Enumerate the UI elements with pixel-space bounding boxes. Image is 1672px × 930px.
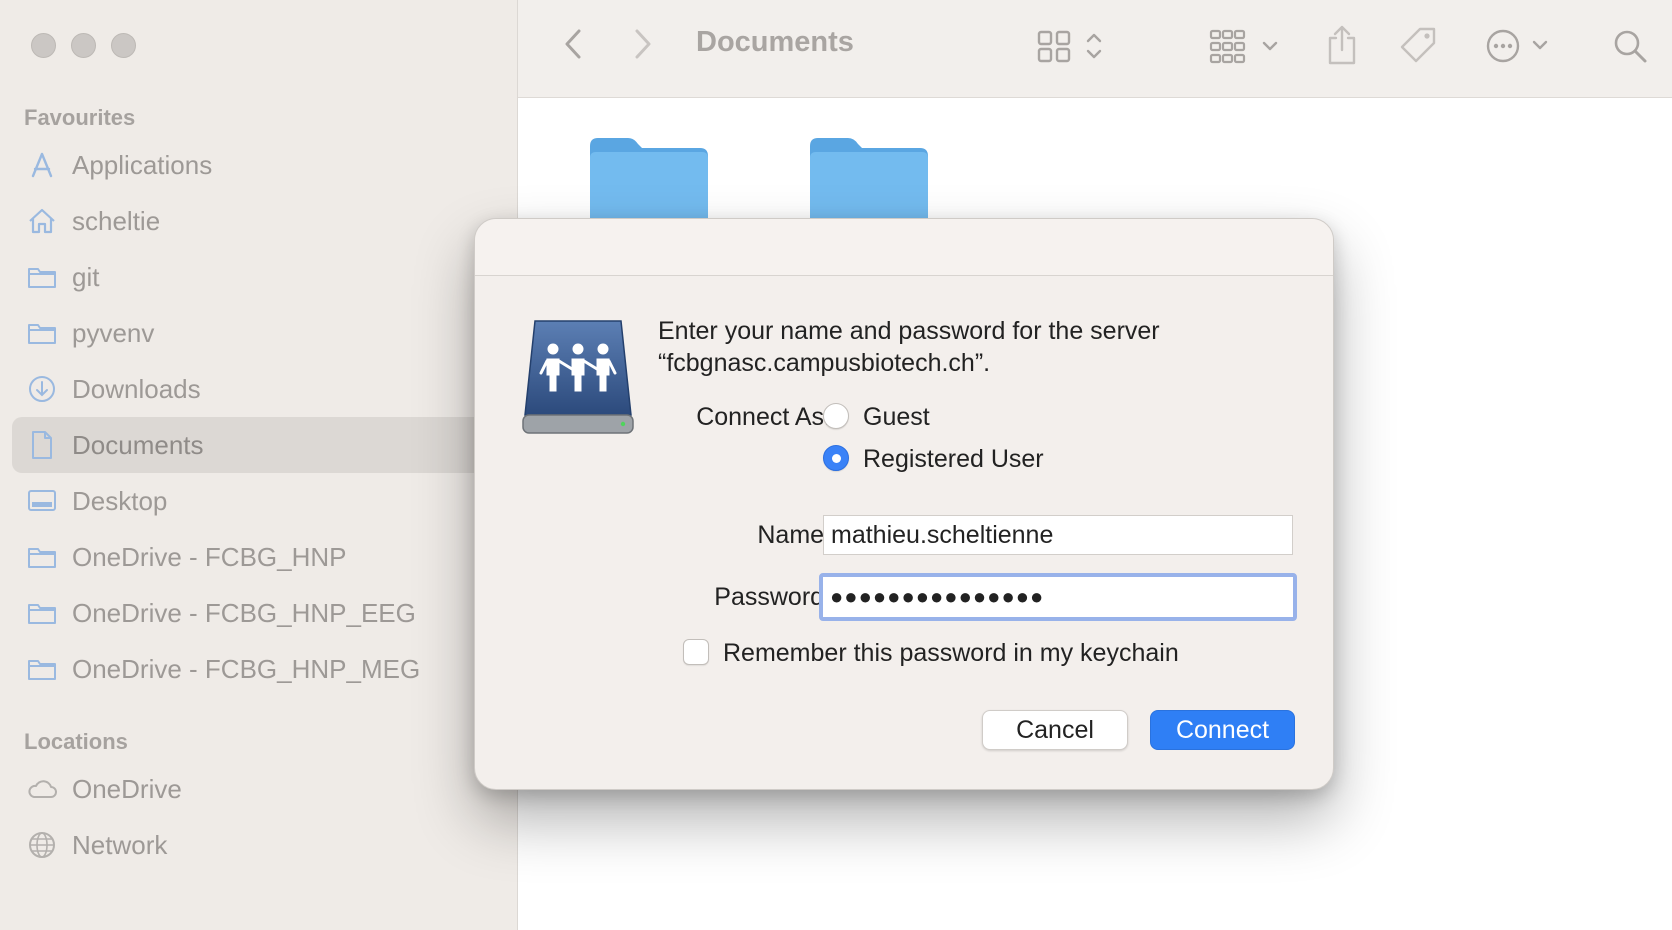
network-server-icon xyxy=(519,319,637,442)
cancel-button[interactable]: Cancel xyxy=(982,710,1128,750)
applications-icon xyxy=(26,149,58,181)
connect-as-label: Connect As: xyxy=(696,403,831,431)
minimize-window-button[interactable] xyxy=(71,33,96,58)
sidebar-item-applications[interactable]: Applications xyxy=(12,137,518,193)
dialog-prompt: Enter your name and password for the ser… xyxy=(658,315,1298,379)
sidebar-item-onedrive-fcbg-hnp[interactable]: OneDrive - FCBG_HNP xyxy=(12,529,518,585)
sidebar-item-documents[interactable]: Documents xyxy=(12,417,518,473)
password-field[interactable]: ●●●●●●●●●●●●●●● xyxy=(819,573,1297,621)
more-icon[interactable] xyxy=(1484,26,1560,66)
favourites-section-title: Favourites xyxy=(24,105,136,130)
name-label: Name: xyxy=(757,521,831,549)
sidebar-item-label: OneDrive - FCBG_HNP xyxy=(72,541,347,572)
folder-icon xyxy=(26,317,58,349)
sidebar-item-label: Desktop xyxy=(72,485,168,516)
sidebar-item-onedrive-fcbg-hnp-eeg[interactable]: OneDrive - FCBG_HNP_EEG xyxy=(12,585,518,641)
desktop-icon xyxy=(26,485,58,517)
tag-icon[interactable] xyxy=(1398,24,1438,66)
sidebar-item-scheltie[interactable]: scheltie xyxy=(12,193,518,249)
sidebar-item-network[interactable]: Network xyxy=(12,817,518,873)
dialog-titlebar xyxy=(475,219,1333,276)
password-label: Password: xyxy=(714,583,831,611)
home-icon xyxy=(26,205,58,237)
group-icon[interactable] xyxy=(1208,26,1284,66)
registered-user-radio-label[interactable]: Registered User xyxy=(863,445,1044,474)
sidebar: Favourites Applications scheltie git pyv… xyxy=(0,0,518,930)
sidebar-item-onedrive[interactable]: OneDrive xyxy=(12,761,518,817)
search-icon[interactable] xyxy=(1610,26,1650,66)
locations-section-title: Locations xyxy=(24,729,128,754)
back-icon[interactable] xyxy=(558,26,588,62)
toolbar: Documents xyxy=(518,0,1672,98)
name-field-value: mathieu.scheltienne xyxy=(831,520,1054,549)
share-icon[interactable] xyxy=(1322,22,1362,68)
sidebar-item-label: Applications xyxy=(72,149,213,180)
sidebar-item-label: pyvenv xyxy=(72,317,155,348)
sidebar-item-label: OneDrive xyxy=(72,773,182,804)
sidebar-item-label: git xyxy=(72,261,100,292)
prompt-line-2: “fcbgnasc.campusbiotech.ch”. xyxy=(658,349,991,377)
sidebar-item-label: Network xyxy=(72,829,168,860)
connect-button[interactable]: Connect xyxy=(1150,710,1295,750)
folder-icon[interactable] xyxy=(808,136,930,223)
sidebar-item-pyvenv[interactable]: pyvenv xyxy=(12,305,518,361)
download-icon xyxy=(26,373,58,405)
cloud-icon xyxy=(26,773,58,805)
sidebar-item-git[interactable]: git xyxy=(12,249,518,305)
guest-radio-label[interactable]: Guest xyxy=(863,403,930,432)
remember-password-checkbox[interactable] xyxy=(683,639,709,665)
guest-radio[interactable] xyxy=(823,403,849,429)
sidebar-item-label: scheltie xyxy=(72,205,161,236)
document-icon xyxy=(26,429,58,461)
folder-icon xyxy=(26,261,58,293)
window-title: Documents xyxy=(696,26,854,58)
close-window-button[interactable] xyxy=(31,33,56,58)
name-field[interactable]: mathieu.scheltienne xyxy=(823,515,1293,555)
connect-to-server-dialog: Enter your name and password for the ser… xyxy=(474,218,1334,790)
prompt-line-1: Enter your name and password for the ser… xyxy=(658,317,1160,345)
folder-icon xyxy=(26,541,58,573)
folder-icon[interactable] xyxy=(588,136,710,223)
grid-view-icon[interactable] xyxy=(1034,26,1114,66)
forward-icon[interactable] xyxy=(628,26,658,62)
sidebar-item-label: OneDrive - FCBG_HNP_EEG xyxy=(72,597,416,628)
globe-icon xyxy=(26,829,58,861)
folder-icon xyxy=(26,653,58,685)
folder-icon xyxy=(26,597,58,629)
sidebar-item-label: Downloads xyxy=(72,373,201,404)
password-field-value: ●●●●●●●●●●●●●●● xyxy=(830,584,1045,609)
sidebar-item-label: Documents xyxy=(72,429,204,460)
registered-user-radio[interactable] xyxy=(823,445,849,471)
zoom-window-button[interactable] xyxy=(111,33,136,58)
sidebar-item-downloads[interactable]: Downloads xyxy=(12,361,518,417)
sidebar-item-desktop[interactable]: Desktop xyxy=(12,473,518,529)
remember-password-label[interactable]: Remember this password in my keychain xyxy=(723,639,1179,668)
sidebar-item-onedrive-fcbg-hnp-meg[interactable]: OneDrive - FCBG_HNP_MEG xyxy=(12,641,518,697)
sidebar-item-label: OneDrive - FCBG_HNP_MEG xyxy=(72,653,421,684)
